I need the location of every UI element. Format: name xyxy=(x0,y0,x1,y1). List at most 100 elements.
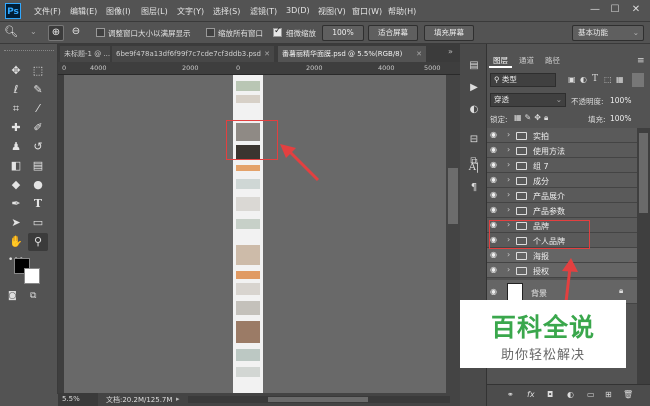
menu-3d[interactable]: 3D(D) xyxy=(286,6,310,15)
scrollbar-thumb[interactable] xyxy=(448,168,458,224)
character-panel-icon[interactable]: A| xyxy=(465,160,483,176)
scrollbar-thumb[interactable] xyxy=(639,133,648,213)
link-layers-icon[interactable]: ⚭ xyxy=(507,390,514,399)
chevron-down-icon[interactable]: ⌄ xyxy=(30,27,37,36)
filter-shape-icon[interactable]: ⬚ xyxy=(604,75,612,84)
eraser-tool-icon[interactable]: ◧ xyxy=(6,157,26,175)
zoom-all-checkbox[interactable] xyxy=(206,28,215,37)
new-group-icon[interactable]: ▭ xyxy=(587,390,595,399)
chevron-right-icon[interactable]: › xyxy=(507,145,510,154)
fill-screen-button[interactable]: 填充屏幕 xyxy=(424,25,474,41)
chevron-right-icon[interactable]: › xyxy=(507,205,510,214)
filter-smart-icon[interactable]: ▦ xyxy=(616,75,624,84)
panel-menu-icon[interactable]: ≡ xyxy=(637,56,645,66)
blur-tool-icon[interactable]: ◆ xyxy=(6,176,26,194)
zoom-in-icon[interactable]: ⊕ xyxy=(48,25,64,41)
paragraph-panel-icon[interactable]: ¶ xyxy=(465,180,483,196)
chevron-right-icon[interactable]: › xyxy=(507,130,510,139)
brush-tool-icon[interactable]: ✐ xyxy=(28,119,48,137)
zoom-100-button[interactable]: 100% xyxy=(322,25,364,41)
tab-document-2[interactable]: 6be9f478a13df6f99f7c7cde7cf3ddb3.psd ✕ xyxy=(112,46,274,62)
move-tool-icon[interactable]: ✥ xyxy=(6,62,26,80)
clone-stamp-icon[interactable]: ♟ xyxy=(6,138,26,156)
actions-panel-icon[interactable]: ▶ xyxy=(465,80,483,96)
filter-adjust-icon[interactable]: ◐ xyxy=(580,75,587,84)
tab-paths[interactable]: 路径 xyxy=(541,54,564,68)
layer-row[interactable]: ◉ › 使用方法 xyxy=(487,143,637,158)
filter-toggle[interactable] xyxy=(632,73,644,87)
chevron-right-icon[interactable]: › xyxy=(507,160,510,169)
marquee-tool-icon[interactable]: ⬚ xyxy=(28,62,48,80)
resize-windows-checkbox[interactable] xyxy=(96,28,105,37)
delete-layer-icon[interactable]: 🗑︎ xyxy=(623,390,633,399)
eyedropper-tool-icon[interactable]: ⁄ xyxy=(28,100,48,118)
zoom-tool-icon[interactable]: 🔍︎ xyxy=(4,25,18,38)
minimize-button[interactable]: — xyxy=(586,3,604,17)
eye-icon[interactable]: ◉ xyxy=(490,175,497,184)
rectangle-tool-icon[interactable]: ▭ xyxy=(28,214,48,232)
chevron-right-icon[interactable]: › xyxy=(507,250,510,259)
chevron-right-icon[interactable]: › xyxy=(507,190,510,199)
tab-document-active[interactable]: 番薯丽精华面膜.psd @ 5.5%(RGB/8) ✕ xyxy=(278,46,426,62)
eye-icon[interactable]: ◉ xyxy=(490,287,497,296)
menu-help[interactable]: 帮助(H) xyxy=(388,6,416,17)
workspace-select[interactable]: 基本功能 ⌄ xyxy=(572,25,644,41)
eye-icon[interactable]: ◉ xyxy=(490,205,497,214)
chevron-right-icon[interactable]: › xyxy=(507,265,510,274)
status-menu-arrow-icon[interactable]: ▸ xyxy=(176,395,180,403)
eye-icon[interactable]: ◉ xyxy=(490,160,497,169)
layer-row[interactable]: ◉ › 实拍 xyxy=(487,128,637,143)
close-icon[interactable]: ✕ xyxy=(264,46,270,62)
layer-row[interactable]: ◉ › 成分 xyxy=(487,173,637,188)
filter-type-icon[interactable]: T xyxy=(592,74,598,84)
menu-select[interactable]: 选择(S) xyxy=(213,6,240,17)
opacity-value[interactable]: 100% xyxy=(610,96,631,105)
layer-row[interactable]: ◉ › 产品展介 xyxy=(487,188,637,203)
blend-mode-select[interactable]: 穿透 ⌄ xyxy=(490,93,566,107)
eye-icon[interactable]: ◉ xyxy=(490,190,497,199)
quick-mask-icon[interactable]: ◙ xyxy=(8,291,17,301)
eye-icon[interactable]: ◉ xyxy=(490,130,497,139)
menu-type[interactable]: 文字(Y) xyxy=(177,6,204,17)
layer-row[interactable]: ◉ › 产品参数 xyxy=(487,203,637,218)
scrollbar-thumb[interactable] xyxy=(268,397,368,402)
menu-view[interactable]: 视图(V) xyxy=(318,6,346,17)
healing-brush-icon[interactable]: ✚ xyxy=(6,119,26,137)
tab-layers[interactable]: 图层 xyxy=(489,54,512,68)
quick-select-tool-icon[interactable]: ✎ xyxy=(28,81,48,99)
layer-filter-select[interactable]: ⚲ 类型 xyxy=(490,73,556,87)
filter-pixel-icon[interactable]: ▣ xyxy=(568,75,576,84)
gradient-tool-icon[interactable]: ▤ xyxy=(28,157,48,175)
menu-file[interactable]: 文件(F) xyxy=(34,6,61,17)
scrubby-zoom-checkbox[interactable] xyxy=(273,26,282,37)
chevron-right-icon[interactable]: › xyxy=(507,175,510,184)
dodge-tool-icon[interactable]: ● xyxy=(28,176,48,194)
layer-row[interactable]: ◉ › 组 7 xyxy=(487,158,637,173)
hand-tool-icon[interactable]: ✋ xyxy=(6,233,26,251)
adjustments-panel-icon[interactable]: ◐ xyxy=(465,102,483,118)
crop-tool-icon[interactable]: ⌗ xyxy=(6,100,26,118)
close-icon[interactable]: ✕ xyxy=(416,46,422,62)
tab-overflow-icon[interactable]: » xyxy=(448,47,453,56)
tab-channels[interactable]: 通道 xyxy=(515,54,538,68)
properties-panel-icon[interactable]: ⊟ xyxy=(465,132,483,148)
menu-edit[interactable]: 编辑(E) xyxy=(70,6,97,17)
background-color-swatch[interactable] xyxy=(24,268,40,284)
adjustment-layer-icon[interactable]: ◐ xyxy=(567,390,574,399)
new-layer-icon[interactable]: ⊞ xyxy=(605,390,612,399)
lock-options-icons[interactable]: ▦✎✥🔒︎ xyxy=(514,113,551,123)
fit-screen-button[interactable]: 适合屏幕 xyxy=(368,25,418,41)
path-select-tool-icon[interactable]: ➤ xyxy=(6,214,26,232)
menu-filter[interactable]: 滤镜(T) xyxy=(250,6,277,17)
canvas-vertical-scrollbar[interactable] xyxy=(446,75,460,393)
close-window-button[interactable]: ✕ xyxy=(627,3,645,17)
menu-image[interactable]: 图像(I) xyxy=(106,6,131,17)
menu-layer[interactable]: 图层(L) xyxy=(141,6,168,17)
tab-document-1[interactable]: 未标题-1 @ ... xyxy=(60,46,110,62)
zoom-out-icon[interactable]: ⊖ xyxy=(68,25,84,41)
menu-window[interactable]: 窗口(W) xyxy=(352,6,382,17)
pen-tool-icon[interactable]: ✒ xyxy=(6,195,26,213)
maximize-button[interactable]: ☐ xyxy=(606,3,624,17)
history-panel-icon[interactable]: ▤ xyxy=(465,58,483,74)
eye-icon[interactable]: ◉ xyxy=(490,250,497,259)
